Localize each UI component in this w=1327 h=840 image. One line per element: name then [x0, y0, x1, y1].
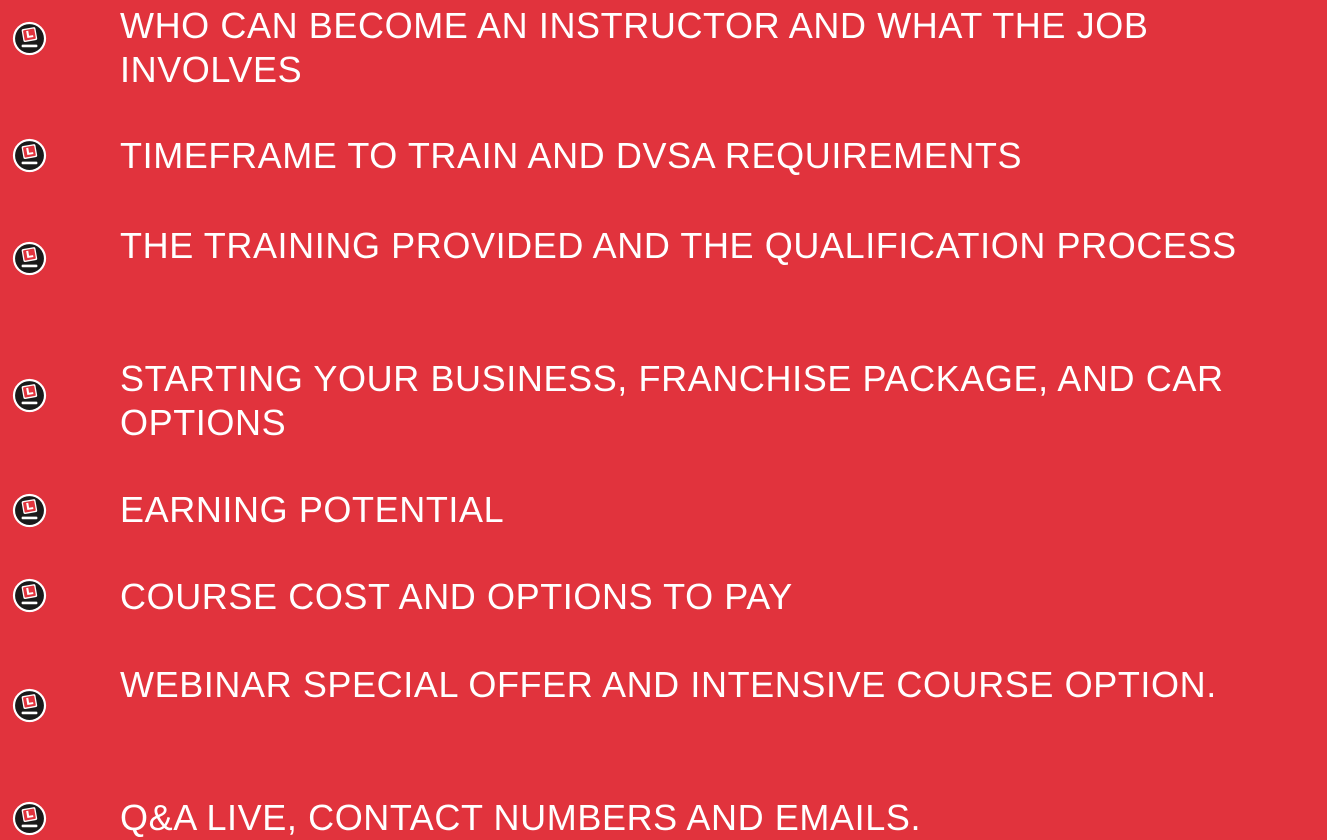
agenda-list: WHO CAN BECOME AN INSTRUCTOR AND WHAT TH…: [0, 0, 1327, 840]
l-drive-logo-icon: [12, 801, 47, 836]
l-drive-logo-icon: [12, 493, 47, 528]
agenda-item-label: THE TRAINING PROVIDED AND THE QUALIFICAT…: [120, 225, 1237, 266]
agenda-item-label: WEBINAR SPECIAL OFFER AND INTENSIVE COUR…: [120, 664, 1217, 705]
agenda-item-label: COURSE COST AND OPTIONS TO PAY: [120, 576, 793, 617]
agenda-item-label: EARNING POTENTIAL: [120, 489, 505, 530]
l-drive-logo-icon: [12, 688, 47, 723]
agenda-item-label: WHO CAN BECOME AN INSTRUCTOR AND WHAT TH…: [120, 5, 1149, 90]
l-drive-logo-icon: [12, 578, 47, 613]
l-drive-logo-icon: [12, 378, 47, 413]
agenda-item-label: TIMEFRAME TO TRAIN AND DVSA REQUIREMENTS: [120, 135, 1023, 176]
l-drive-logo-icon: [12, 21, 47, 56]
agenda-item-label: STARTING YOUR BUSINESS, FRANCHISE PACKAG…: [120, 358, 1224, 443]
l-drive-logo-icon: [12, 241, 47, 276]
l-drive-logo-icon: [12, 138, 47, 173]
agenda-item-label: Q&A LIVE, CONTACT NUMBERS AND EMAILS.: [120, 797, 922, 838]
